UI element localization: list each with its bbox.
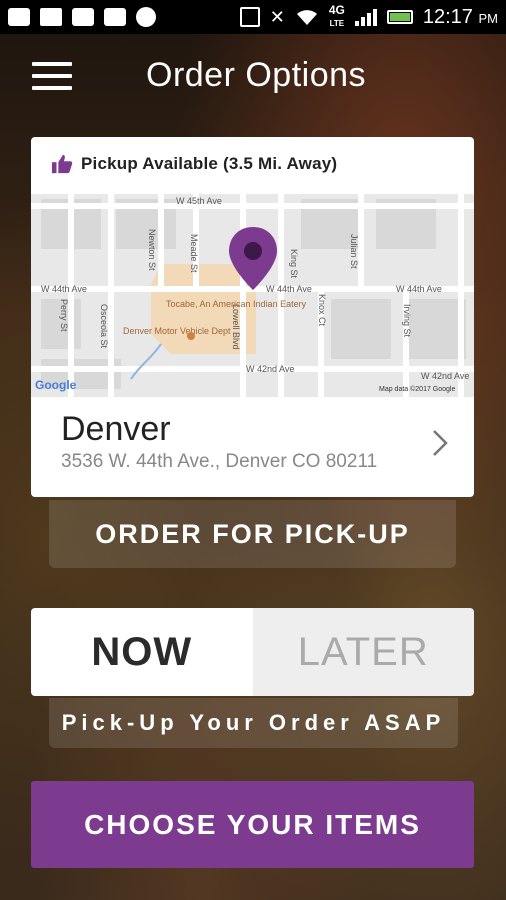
- app-header: Order Options: [0, 34, 506, 118]
- map-street-label: W 44th Ave: [396, 284, 442, 294]
- map-street-label: W 42nd Ave: [246, 364, 294, 374]
- map-street-label: Osceola St: [99, 304, 109, 349]
- timing-toggle: NOW LATER: [31, 608, 474, 696]
- pickup-label: Pickup Available (3.5 Mi. Away): [81, 154, 338, 173]
- map-street-label: Newton St: [147, 229, 157, 271]
- timing-caption: Pick-Up Your Order ASAP: [49, 698, 458, 748]
- mail-icon: [40, 8, 62, 26]
- toggle-later[interactable]: LATER: [252, 608, 474, 696]
- nfc-icon: [239, 7, 260, 27]
- battery-icon: [386, 10, 413, 24]
- wifi-icon: [296, 10, 317, 25]
- network-label: 4G: [328, 3, 345, 17]
- status-bar: ✕ 4G LTE 12:17 PM: [0, 0, 506, 34]
- google-logo: Google: [35, 378, 77, 392]
- hamburger-menu-icon[interactable]: [32, 62, 72, 90]
- map-street-label: Irving St: [402, 304, 412, 338]
- page-title: Order Options: [146, 56, 367, 94]
- location-map[interactable]: W 45th Ave W 44th Ave W 44th Ave W 44th …: [31, 194, 474, 397]
- map-street-label: Julian St: [349, 234, 359, 269]
- map-place-label: Denver Motor Vehicle Dept: [123, 326, 231, 336]
- status-bar-right: ✕ 4G LTE 12:17 PM: [239, 4, 498, 30]
- network-type: 4G LTE: [329, 4, 345, 30]
- add-icon: [8, 8, 30, 26]
- choose-your-items-button[interactable]: CHOOSE YOUR ITEMS: [31, 781, 474, 868]
- map-street-label: W 44th Ave: [41, 284, 87, 294]
- toggle-now[interactable]: NOW: [31, 608, 253, 696]
- pickup-availability: Pickup Available (3.5 Mi. Away): [51, 153, 337, 175]
- code-icon: [104, 8, 126, 26]
- location-address: 3536 W. 44th Ave., Denver CO 80211: [61, 451, 378, 472]
- location-card[interactable]: Pickup Available (3.5 Mi. Away) W 45th A…: [31, 137, 474, 497]
- location-name: Denver: [61, 410, 171, 448]
- map-graphic: W 45th Ave W 44th Ave W 44th Ave W 44th …: [31, 194, 474, 397]
- thumbs-up-icon: [51, 154, 73, 174]
- mute-icon: ✕: [269, 7, 285, 27]
- signal-icon: [354, 8, 377, 26]
- clock-time: 12:17: [422, 5, 473, 28]
- map-street-label: Perry St: [59, 299, 69, 332]
- network-sub-label: LTE: [329, 19, 345, 28]
- map-street-label: W 44th Ave: [266, 284, 312, 294]
- map-street-label: Knox Ct: [317, 294, 327, 327]
- map-street-label: W 42nd Ave: [421, 371, 469, 381]
- clock: 12:17 PM: [423, 6, 498, 29]
- map-place-label: Tocabe, An American Indian Eatery: [166, 299, 307, 309]
- map-street-label: King St: [289, 249, 299, 279]
- code-icon: [72, 8, 94, 26]
- clock-ampm: PM: [478, 10, 499, 26]
- map-street-label: W 45th Ave: [176, 196, 222, 206]
- chat-icon: [136, 7, 156, 27]
- chevron-right-icon[interactable]: [432, 429, 448, 457]
- map-street-label: Meade St: [189, 234, 199, 273]
- map-attribution: Map data ©2017 Google: [379, 385, 455, 393]
- map-street-label: Lowell Blvd: [231, 304, 241, 350]
- order-for-pickup-button[interactable]: ORDER FOR PICK-UP: [49, 500, 456, 568]
- status-bar-left: [8, 7, 156, 27]
